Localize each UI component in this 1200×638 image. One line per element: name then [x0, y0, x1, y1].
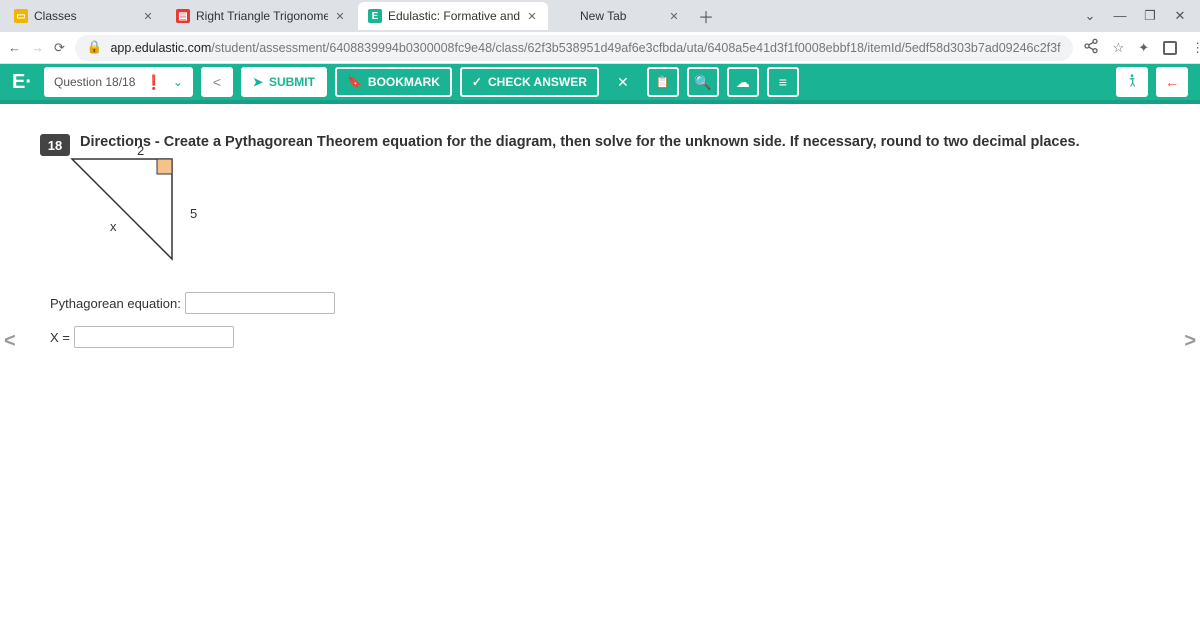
toolbar-right: ☆ ✦ ⋮	[1083, 38, 1200, 57]
close-icon[interactable]: ✕	[668, 10, 680, 22]
share-icon[interactable]	[1083, 38, 1099, 57]
lock-icon: 🔒	[87, 40, 103, 55]
check-icon: ✓	[472, 75, 482, 89]
new-tab-button[interactable]: ＋	[692, 2, 720, 30]
search-button[interactable]: 🔍	[687, 67, 719, 97]
check-answer-button[interactable]: ✓ CHECK ANSWER	[460, 67, 599, 97]
tab-title: Right Triangle Trigonometry Revi	[196, 9, 328, 23]
tab-title: Edulastic: Formative and Summa	[388, 9, 520, 23]
next-page-chevron[interactable]: >	[1184, 330, 1196, 353]
back-icon[interactable]: ←	[8, 40, 21, 55]
assessment-toolbar: E· Question 18/18 ❗ ⌄ < ➤ SUBMIT 🔖 BOOKM…	[0, 64, 1200, 104]
accessibility-icon	[1124, 73, 1140, 92]
warning-icon: ❗	[145, 74, 162, 91]
check-label: CHECK ANSWER	[488, 75, 587, 89]
accessibility-button[interactable]	[1116, 67, 1148, 97]
blank-icon	[560, 9, 574, 23]
edulastic-logo: E·	[12, 71, 32, 94]
answer-inputs: Pythagorean equation: X =	[50, 292, 1140, 348]
account-icon[interactable]	[1163, 41, 1177, 55]
cloud-button[interactable]: ☁	[727, 67, 759, 97]
question-indicator[interactable]: Question 18/18 ❗ ⌄	[44, 67, 193, 97]
question-label: Question 18/18	[54, 75, 135, 89]
menu-icon[interactable]: ⋮	[1191, 40, 1200, 56]
equation-input[interactable]	[185, 292, 335, 314]
bookmark-button[interactable]: 🔖 BOOKMARK	[335, 67, 452, 97]
close-tool-button[interactable]: ✕	[607, 67, 639, 97]
cloud-icon: ☁	[736, 74, 750, 91]
tab-title: New Tab	[580, 9, 662, 23]
bookmark-label: BOOKMARK	[368, 75, 440, 89]
label-side: x	[110, 219, 1198, 234]
close-window-icon[interactable]: ✕	[1174, 8, 1186, 24]
submit-button[interactable]: ➤ SUBMIT	[241, 67, 327, 97]
chevron-down-icon[interactable]: ⌄	[1084, 8, 1096, 24]
search-icon: 🔍	[694, 74, 711, 91]
lines-icon: ≡	[779, 74, 787, 90]
lines-button[interactable]: ≡	[767, 67, 799, 97]
calculator-button[interactable]: 📋	[647, 67, 679, 97]
close-icon[interactable]: ✕	[526, 10, 538, 22]
tab-classes[interactable]: ▭ Classes ✕	[4, 2, 164, 30]
bookmark-icon: 🔖	[347, 75, 362, 89]
address-bar-row: ← → ⟳ 🔒 app.edulastic.com/student/assess…	[0, 32, 1200, 64]
address-bar[interactable]: 🔒 app.edulastic.com/student/assessment/6…	[75, 35, 1073, 61]
tab-right-triangle[interactable]: ▤ Right Triangle Trigonometry Revi ✕	[166, 2, 356, 30]
x-label: X =	[50, 330, 70, 345]
x-input[interactable]	[74, 326, 234, 348]
address-path: /student/assessment/6408839994b0300008fc…	[211, 41, 1060, 55]
tab-title: Classes	[34, 9, 136, 23]
question-number-badge: 18	[40, 134, 70, 156]
exit-icon: ←	[1165, 74, 1179, 90]
equation-label: Pythagorean equation:	[50, 296, 181, 311]
calculator-icon: 📋	[655, 75, 670, 89]
question-content: 18 Directions - Create a Pythagorean The…	[0, 104, 1200, 368]
tab-new[interactable]: New Tab ✕	[550, 2, 690, 30]
restore-icon[interactable]: ❐	[1144, 8, 1156, 24]
prev-question-button[interactable]: <	[201, 67, 233, 97]
classroom-icon: ▭	[14, 9, 28, 23]
send-icon: ➤	[253, 75, 263, 89]
prev-page-chevron[interactable]: <	[4, 330, 16, 353]
exit-button[interactable]: ←	[1156, 67, 1188, 97]
star-icon[interactable]: ☆	[1113, 40, 1125, 56]
forward-icon[interactable]: →	[31, 40, 44, 55]
reload-icon[interactable]: ⟳	[54, 40, 65, 56]
address-domain: app.edulastic.com	[110, 41, 211, 55]
tab-edulastic[interactable]: E Edulastic: Formative and Summa ✕	[358, 2, 548, 30]
extensions-icon[interactable]: ✦	[1138, 40, 1149, 56]
pdf-icon: ▤	[176, 9, 190, 23]
chevron-down-icon: ⌄	[173, 75, 183, 89]
browser-tab-strip: ▭ Classes ✕ ▤ Right Triangle Trigonometr…	[0, 0, 1200, 32]
label-top: 2	[137, 143, 1200, 158]
window-controls: ⌄ — ❐ ✕	[1084, 8, 1200, 24]
minimize-icon[interactable]: —	[1114, 8, 1126, 24]
submit-label: SUBMIT	[269, 75, 315, 89]
edulastic-icon: E	[368, 9, 382, 23]
close-icon[interactable]: ✕	[142, 10, 154, 22]
close-icon[interactable]: ✕	[334, 10, 346, 22]
